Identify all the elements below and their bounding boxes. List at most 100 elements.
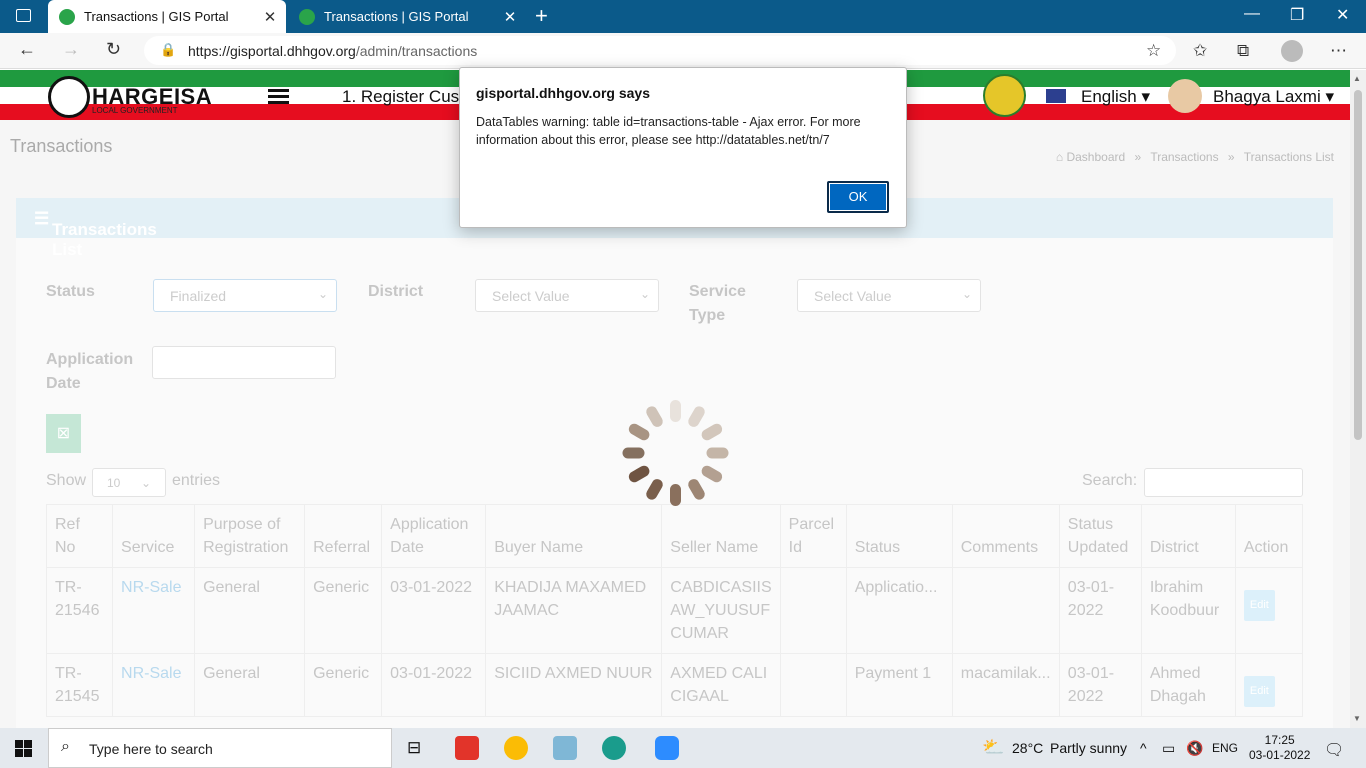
- spinner-petal: [626, 421, 652, 443]
- file-explorer-icon[interactable]: [553, 736, 577, 760]
- edit-button[interactable]: Edit: [1243, 676, 1275, 707]
- logo-subtitle: LOCAL GOVERNMENT: [92, 106, 178, 115]
- cell-service-link[interactable]: NR-Sale: [112, 653, 196, 717]
- system-clock[interactable]: 17:25 03-01-2022: [1249, 733, 1310, 763]
- col-service[interactable]: Service: [112, 504, 196, 568]
- notifications-icon[interactable]: 🗨: [1324, 740, 1344, 760]
- col-status[interactable]: Status: [845, 504, 953, 568]
- page-scrollbar[interactable]: ▲ ▼: [1350, 70, 1366, 728]
- district-select[interactable]: Select Value ⌄: [475, 279, 659, 312]
- col-ref-no[interactable]: Ref No: [45, 504, 114, 568]
- status-label: Status: [46, 283, 95, 300]
- cell-referral: Generic: [304, 567, 383, 654]
- close-window-icon[interactable]: ✕: [1336, 5, 1349, 25]
- menu-toggle-icon[interactable]: [268, 89, 289, 107]
- profile-avatar[interactable]: [1281, 40, 1303, 62]
- windows-start-icon[interactable]: [15, 740, 32, 757]
- add-favorite-icon[interactable]: ☆: [1146, 41, 1161, 61]
- table-row: TR-21545 NR-Sale General Generic 03-01-2…: [45, 653, 1304, 717]
- col-buyer-name[interactable]: Buyer Name: [485, 504, 663, 568]
- entries-select[interactable]: 10 ⌄: [92, 468, 166, 497]
- col-referral[interactable]: Referral: [304, 504, 383, 568]
- scroll-up-icon[interactable]: ▲: [1353, 74, 1361, 83]
- dialog-title: gisportal.dhhgov.org says: [476, 85, 650, 101]
- tab-title: Transactions | GIS Portal: [324, 9, 469, 24]
- anydesk-icon[interactable]: [455, 736, 479, 760]
- cell-service-link[interactable]: NR-Sale: [112, 567, 196, 654]
- col-parcel-id[interactable]: Parcel Id: [779, 504, 847, 568]
- col-district[interactable]: District: [1140, 504, 1236, 568]
- url-bar[interactable]: 🔒 https://gisportal.dhhgov.org/admin/tra…: [144, 36, 1176, 65]
- spinner-petal: [626, 463, 652, 485]
- weather-desc[interactable]: Partly sunny: [1050, 740, 1127, 756]
- export-excel-button[interactable]: ⊠: [46, 414, 81, 453]
- col-purpose[interactable]: Purpose of Registration: [194, 504, 306, 568]
- scrollbar-thumb[interactable]: [1354, 90, 1362, 440]
- application-date-input[interactable]: [152, 346, 336, 379]
- close-tab-icon[interactable]: ✕: [262, 8, 278, 26]
- zoom-icon[interactable]: [655, 736, 679, 760]
- government-seal-icon: [983, 74, 1026, 117]
- edge-icon[interactable]: [602, 736, 626, 760]
- col-seller-name[interactable]: Seller Name: [661, 504, 781, 568]
- user-avatar[interactable]: [1168, 79, 1202, 113]
- spinner-petal: [699, 421, 725, 443]
- user-menu-dropdown[interactable]: Bhagya Laxmi ▾: [1213, 87, 1334, 107]
- forward-icon[interactable]: →: [62, 39, 80, 60]
- refresh-icon[interactable]: ↻: [106, 39, 121, 60]
- new-tab-icon[interactable]: +: [535, 3, 548, 29]
- breadcrumb-dashboard[interactable]: Dashboard: [1066, 150, 1125, 164]
- status-select[interactable]: Finalized ⌄: [153, 279, 337, 312]
- cell-application-date: 03-01-2022: [381, 653, 487, 717]
- close-tab-icon[interactable]: ✕: [502, 8, 518, 26]
- col-comments[interactable]: Comments: [951, 504, 1060, 568]
- favorites-icon[interactable]: ✩: [1193, 41, 1207, 61]
- restore-icon[interactable]: ❐: [1290, 5, 1304, 25]
- tab-title: Transactions | GIS Portal: [84, 9, 229, 24]
- col-application-date[interactable]: Application Date: [381, 504, 487, 568]
- table-header-row: Ref No Service Purpose of Registration R…: [45, 504, 1304, 568]
- nav-register-link[interactable]: 1. Register Cust: [342, 87, 464, 107]
- alert-dialog: gisportal.dhhgov.org says DataTables war…: [459, 67, 907, 228]
- spinner-petal: [644, 477, 665, 502]
- show-hidden-icons-icon[interactable]: ^: [1140, 740, 1147, 756]
- weather-temp[interactable]: 28°C: [1012, 740, 1043, 756]
- chevron-down-icon: ⌄: [961, 287, 972, 301]
- cell-buyer-name: KHADIJA MAXAMED JAAMAC: [485, 567, 663, 654]
- uk-flag-icon: [1046, 89, 1066, 103]
- col-status-updated[interactable]: Status Updated: [1058, 504, 1142, 568]
- application-date-label: Application Date: [46, 351, 134, 392]
- service-type-label: Service Type: [689, 283, 746, 324]
- service-type-select[interactable]: Select Value ⌄: [797, 279, 981, 312]
- tab-transactions-active[interactable]: Transactions | GIS Portal ✕: [48, 0, 286, 33]
- language-dropdown[interactable]: English ▾: [1081, 87, 1150, 107]
- breadcrumb-transactions[interactable]: Transactions: [1150, 150, 1218, 164]
- cell-buyer-name: SICIID AXMED NUUR: [485, 653, 663, 717]
- chevron-down-icon: ⌄: [639, 287, 650, 301]
- chrome-icon[interactable]: [504, 736, 528, 760]
- logo-emblem-icon[interactable]: [48, 76, 90, 118]
- search-input[interactable]: [1144, 468, 1303, 497]
- cell-ref-no: TR-21546: [45, 567, 114, 654]
- tab-actions-icon[interactable]: [16, 9, 31, 22]
- cell-comments: [951, 567, 1060, 654]
- cell-status-updated: 03-01-2022: [1058, 653, 1142, 717]
- back-icon[interactable]: ←: [18, 39, 36, 60]
- page-title: Transactions: [10, 136, 113, 156]
- search-icon: ⌕: [61, 738, 70, 755]
- taskbar-search-box[interactable]: ⌕ Type here to search: [48, 728, 392, 768]
- scroll-down-icon[interactable]: ▼: [1353, 714, 1361, 723]
- minimize-icon[interactable]: —: [1244, 5, 1260, 23]
- battery-icon[interactable]: ▭: [1162, 740, 1175, 757]
- spinner-petal: [670, 400, 681, 422]
- settings-menu-icon[interactable]: ⋯: [1330, 41, 1347, 61]
- volume-muted-icon[interactable]: 🔇: [1186, 740, 1203, 757]
- task-view-icon[interactable]: ⊟: [407, 738, 421, 758]
- language-indicator[interactable]: ENG: [1212, 741, 1238, 755]
- edit-button[interactable]: Edit: [1243, 590, 1275, 621]
- collections-icon[interactable]: ⧉: [1237, 41, 1249, 61]
- tab-transactions-inactive[interactable]: Transactions | GIS Portal ✕: [288, 0, 526, 33]
- cell-purpose: General: [194, 567, 306, 654]
- ok-button[interactable]: OK: [827, 181, 889, 213]
- spinner-petal: [622, 447, 645, 459]
